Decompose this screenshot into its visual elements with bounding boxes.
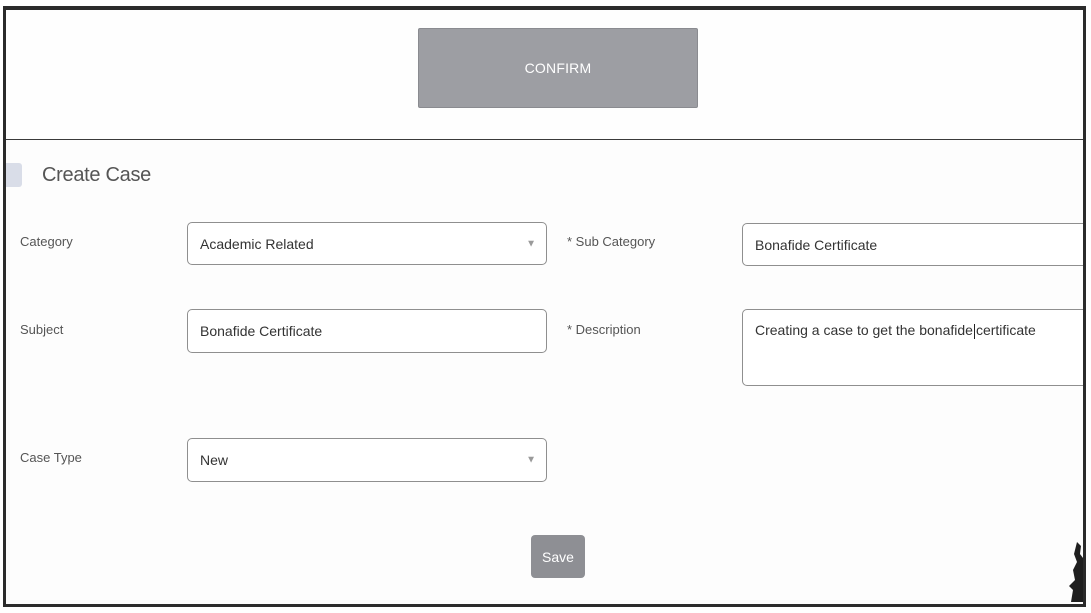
confirm-button[interactable]: CONFIRM [418,28,698,108]
confirm-bar: CONFIRM [6,10,1083,140]
category-value: Academic Related [200,235,314,252]
page-title: Create Case [42,163,151,186]
case-type-value: New [200,452,229,468]
text-cursor [973,323,975,339]
chevron-down-icon: ▼ [526,238,536,249]
sub-category-value: Bonafide Certificate [755,236,878,253]
description-textarea[interactable]: Creating a case to get the bonafide certi… [742,309,1083,386]
chevron-down-icon: ▼ [526,454,536,466]
app-window: CONFIRM Create Case Category Academic Re… [3,6,1086,607]
case-type-select[interactable]: New ▼ [187,438,547,482]
sub-category-select[interactable]: Bonafide Certificate [742,223,1083,266]
description-label: * Description [567,322,641,337]
form-header: Create Case [6,160,151,190]
save-button[interactable]: Save [531,535,585,578]
subject-label: Subject [20,322,64,337]
description-value: Creating a case to get the bonafide certi… [755,322,1036,339]
subject-value: Bonafide Certificate [200,323,323,339]
figure-icon [1069,542,1083,602]
case-icon [6,163,22,187]
category-label: Category [20,234,73,249]
case-type-label: Case Type [20,450,82,465]
sub-category-label: * Sub Category [567,234,656,249]
subject-input[interactable]: Bonafide Certificate [187,309,547,353]
category-select[interactable]: Academic Related ▼ [187,222,547,265]
